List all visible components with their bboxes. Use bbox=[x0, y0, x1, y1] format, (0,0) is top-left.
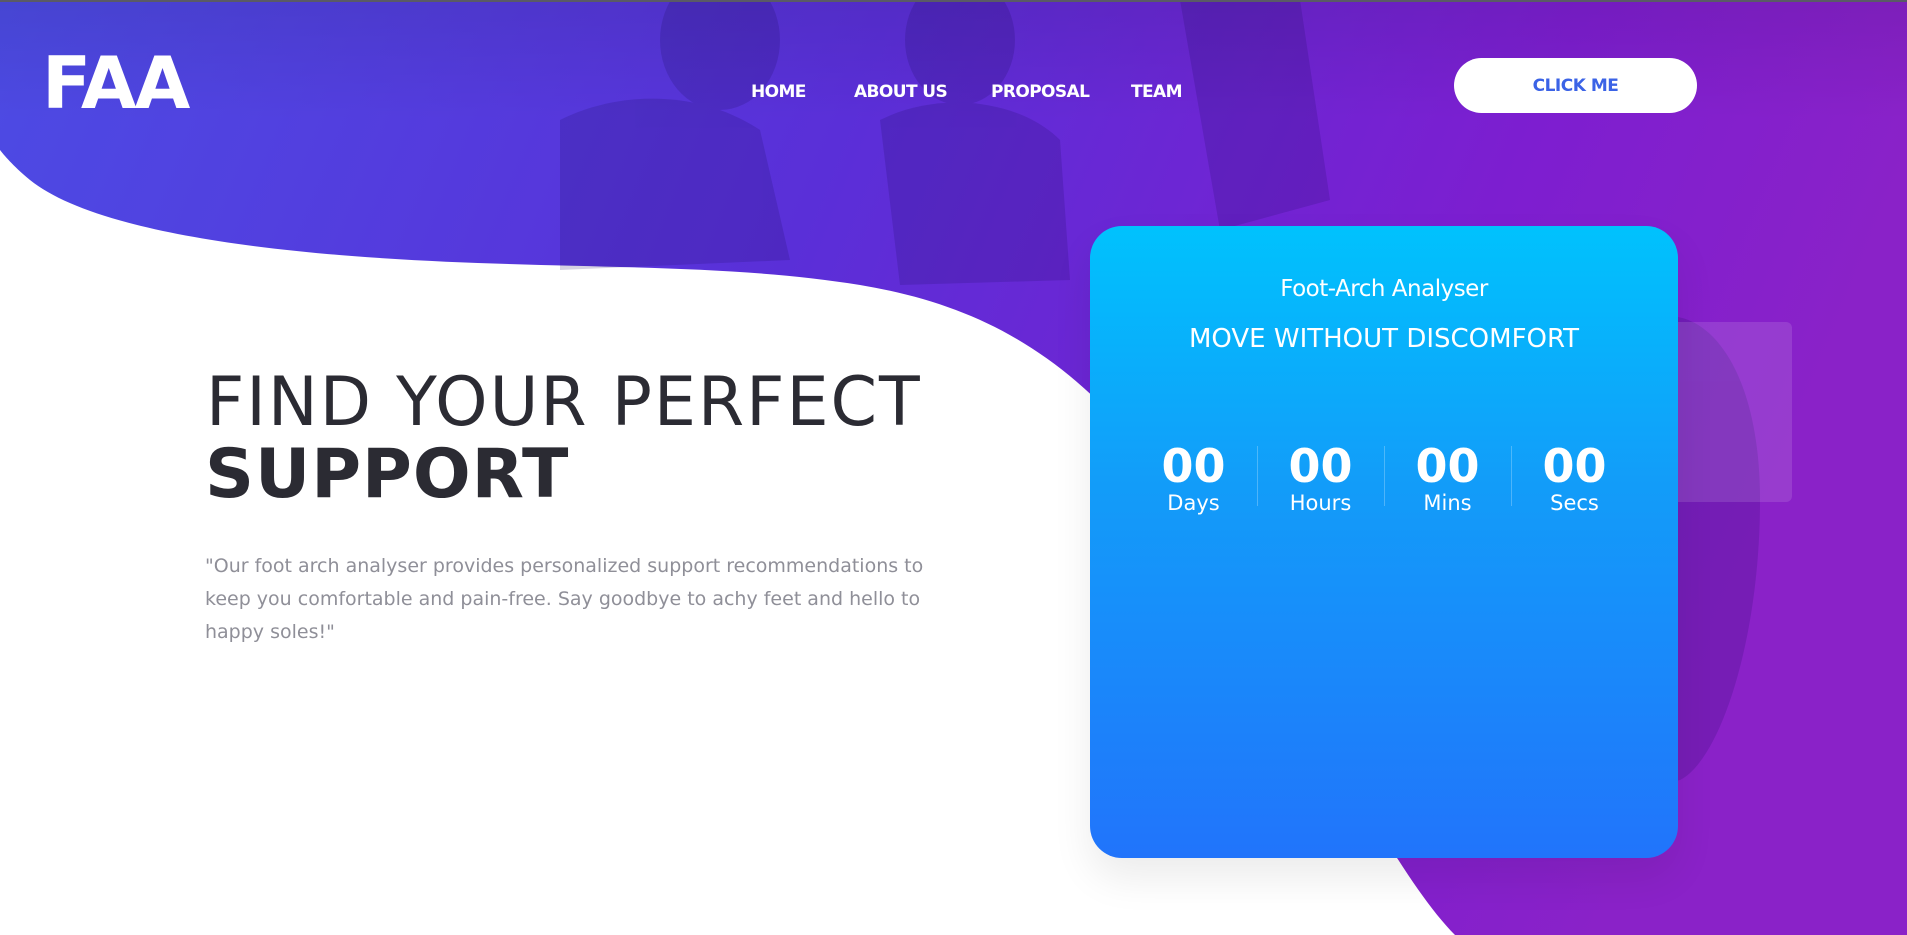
nav-about-us-link[interactable]: ABOUT US bbox=[854, 82, 948, 102]
window-top-border bbox=[0, 0, 1907, 2]
faa-logo[interactable]: FAA bbox=[42, 46, 202, 116]
nav-home-link[interactable]: HOME bbox=[751, 82, 806, 102]
nav-proposal-link[interactable]: PROPOSAL bbox=[991, 82, 1090, 102]
countdown-days-label: Days bbox=[1167, 491, 1220, 515]
card-title: Foot-Arch Analyser bbox=[1280, 276, 1488, 302]
countdown-hours-label: Hours bbox=[1289, 491, 1352, 515]
countdown-days: 00 Days bbox=[1130, 440, 1257, 520]
countdown-mins-value: 00 bbox=[1415, 439, 1480, 493]
countdown-hours: 00 Hours bbox=[1257, 440, 1384, 520]
countdown-mins: 00 Mins bbox=[1384, 440, 1511, 520]
hero-headline-bold: SUPPORT bbox=[205, 435, 570, 514]
countdown-secs-label: Secs bbox=[1550, 491, 1599, 515]
nav-team-link[interactable]: TEAM bbox=[1131, 82, 1182, 102]
hero-description: "Our foot arch analyser provides persona… bbox=[205, 555, 924, 643]
countdown-card: Foot-Arch Analyser MOVE WITHOUT DISCOMFO… bbox=[1090, 226, 1678, 858]
logo-text: FAA bbox=[42, 46, 191, 116]
countdown-mins-label: Mins bbox=[1423, 491, 1472, 515]
countdown-secs-value: 00 bbox=[1542, 439, 1607, 493]
hero-headline-light: FIND YOUR PERFECT bbox=[206, 363, 922, 442]
countdown-days-value: 00 bbox=[1161, 439, 1226, 493]
card-subtitle: MOVE WITHOUT DISCOMFORT bbox=[1188, 324, 1580, 354]
click-me-button[interactable]: CLICK ME bbox=[1454, 58, 1697, 113]
countdown-hours-value: 00 bbox=[1288, 439, 1353, 493]
countdown-secs: 00 Secs bbox=[1511, 440, 1638, 520]
countdown-timer: 00 Days 00 Hours 00 Mins 00 Secs bbox=[1130, 440, 1638, 520]
